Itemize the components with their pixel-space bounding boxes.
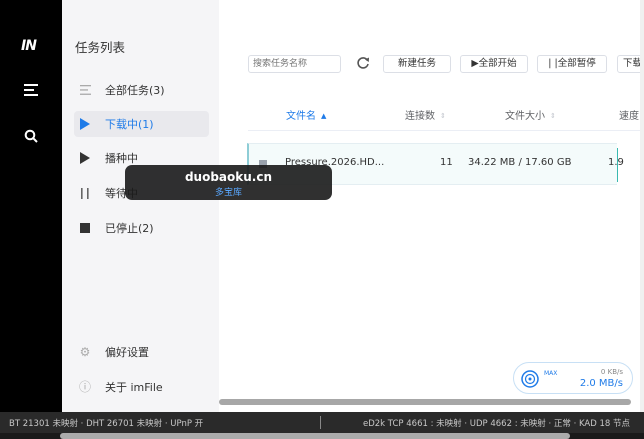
sort-icon: ⇕	[440, 112, 446, 120]
main-panel: 新建任务 ▶全部开始 | |全部暂停 下载 文件名▲ 连接数⇕ 文件大小⇕ 速度…	[219, 0, 644, 412]
refresh-icon[interactable]	[356, 56, 370, 70]
pause-icon	[74, 187, 96, 199]
row-progress-marker	[617, 148, 618, 182]
play-icon	[74, 152, 96, 164]
horizontal-scrollbar[interactable]	[219, 399, 631, 405]
speedometer-icon	[521, 370, 539, 388]
search-icon[interactable]	[24, 129, 38, 143]
column-speed[interactable]: 速度	[619, 107, 639, 122]
category-label: 播种中	[105, 152, 138, 165]
column-label: 文件大小	[505, 111, 545, 122]
play-icon	[74, 118, 96, 130]
stop-icon	[74, 223, 96, 233]
gear-icon: ⚙	[79, 345, 91, 359]
sort-icon: ⇕	[550, 112, 556, 120]
status-left: BT 21301 未映射 · DHT 26701 未映射 · UPnP 开	[9, 419, 204, 429]
watermark-domain: duobaoku.cn	[184, 170, 273, 184]
watermark-overlay: duobaoku.cn 多宝库	[125, 165, 332, 200]
status-right: eD2k TCP 4661 : 未映射 · UDP 4662 : 未映射 · 正…	[363, 419, 630, 429]
vertical-scrollbar[interactable]	[640, 0, 644, 412]
column-label: 速度	[619, 111, 639, 122]
watermark-sub: 多宝库	[214, 188, 242, 198]
search-input[interactable]	[248, 55, 341, 73]
sidebar-title: 任务列表	[75, 40, 126, 55]
category-all[interactable]: 全部任务(3)	[74, 77, 209, 103]
left-rail: IN	[0, 0, 62, 412]
start-all-button[interactable]: ▶全部开始	[460, 55, 528, 73]
window-scrollbar[interactable]	[0, 433, 644, 439]
max-label: MAX	[544, 370, 558, 377]
category-stopped[interactable]: 已停止(2)	[74, 215, 209, 241]
status-bar: BT 21301 未映射 · DHT 26701 未映射 · UPnP 开 eD…	[0, 412, 644, 433]
header-divider	[248, 130, 644, 131]
column-label: 连接数	[405, 111, 435, 122]
column-filename[interactable]: 文件名 ▲	[286, 107, 326, 122]
app-window: IN 任务列表 全部任务(3) 下载中(1) 播种中 等待中 已停止(2) ⚙ …	[0, 0, 644, 439]
task-size: 34.22 MB / 17.60 GB	[468, 157, 572, 168]
about-label: 关于 imFile	[105, 380, 163, 394]
category-label: 已停止(2)	[105, 222, 154, 235]
app-logo: IN	[21, 38, 37, 54]
new-task-button[interactable]: 新建任务	[383, 55, 451, 73]
scrollbar-thumb[interactable]	[60, 433, 570, 439]
task-speed: 1.9	[608, 157, 624, 168]
column-connections[interactable]: 连接数 ⇕	[405, 107, 446, 122]
task-list-icon[interactable]	[24, 84, 38, 96]
category-label: 全部任务(3)	[105, 84, 165, 97]
speedometer[interactable]: MAX 0 KB/s 2.0 MB/s	[513, 362, 633, 394]
category-downloading[interactable]: 下载中(1)	[74, 111, 209, 137]
list-icon	[74, 85, 96, 95]
preferences-label: 偏好设置	[105, 346, 149, 359]
preferences-item[interactable]: ⚙ 偏好设置	[74, 344, 149, 360]
category-label: 下载中(1)	[105, 118, 154, 131]
download-speed: 2.0 MB/s	[579, 378, 623, 389]
upload-speed: 0 KB/s	[600, 368, 623, 376]
category-sidebar: 任务列表 全部任务(3) 下载中(1) 播种中 等待中 已停止(2) ⚙ 偏好设…	[62, 0, 219, 412]
about-item[interactable]: ⓘ 关于 imFile	[74, 378, 163, 395]
sort-asc-icon: ▲	[321, 112, 327, 120]
task-connections: 11	[440, 157, 453, 168]
status-divider	[320, 416, 321, 429]
column-label: 文件名	[286, 111, 316, 122]
info-icon: ⓘ	[78, 380, 91, 394]
pause-all-button[interactable]: | |全部暂停	[537, 55, 607, 73]
column-size[interactable]: 文件大小 ⇕	[505, 107, 556, 122]
